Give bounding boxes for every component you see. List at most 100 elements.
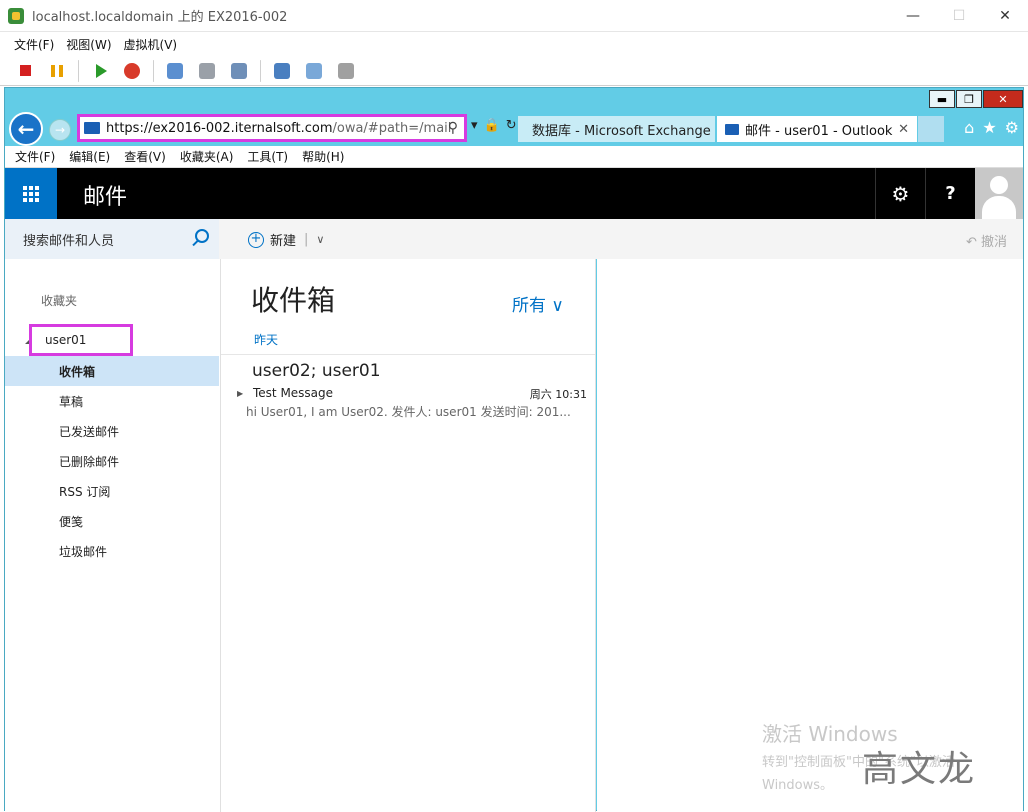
vm-revert-snapshot-button[interactable] xyxy=(194,58,220,84)
owa-header: 邮件 ⚙ ? xyxy=(5,168,1023,219)
folder-pane: 收藏夹 ◢ user01 收件箱 草稿 已发送邮件 已删除邮件 RSS 订阅 便… xyxy=(5,259,221,812)
folder-notes[interactable]: 便笺 xyxy=(5,506,219,536)
vm-power-on-button[interactable] xyxy=(87,58,113,84)
vm-edit-settings-button[interactable] xyxy=(269,58,295,84)
vm-menu-view[interactable]: 视图(W) xyxy=(66,36,111,53)
address-bar-actions: ▾ 🔒 ↻ xyxy=(471,118,517,133)
snapshot-manager-icon xyxy=(231,62,247,79)
tab-outlook-mail[interactable]: 邮件 - user01 - Outlook ✕ xyxy=(717,116,917,142)
search-icon[interactable]: ⚲ xyxy=(448,120,458,136)
pause-icon xyxy=(51,64,63,77)
vm-close-button[interactable]: ✕ xyxy=(982,0,1028,32)
tab-close-icon[interactable]: ✕ xyxy=(898,122,909,137)
revert-snapshot-icon xyxy=(199,62,215,79)
folder-junk[interactable]: 垃圾邮件 xyxy=(5,536,219,566)
tab-label: 邮件 - user01 - Outlook xyxy=(745,123,893,139)
message-subject: Test Message xyxy=(253,386,334,400)
folder-drafts[interactable]: 草稿 xyxy=(5,386,219,416)
vm-window-controls: — ☐ ✕ xyxy=(890,0,1028,32)
favorites-heading[interactable]: 收藏夹 xyxy=(41,292,77,309)
settings-gear-icon[interactable]: ⚙ xyxy=(1005,118,1019,137)
filter-dropdown[interactable]: 所有 ∨ xyxy=(512,291,564,316)
browser-window-controls: ▬ ❐ ✕ xyxy=(928,90,1023,108)
vm-snapshot-button[interactable] xyxy=(162,58,188,84)
tab-label: 数据库 - Microsoft Exchange xyxy=(532,123,711,139)
menu-tools[interactable]: 工具(T) xyxy=(247,148,288,165)
new-dropdown-chevron-icon[interactable]: ∨ xyxy=(316,233,324,246)
vm-menu-file[interactable]: 文件(F) xyxy=(14,36,54,53)
folder-title: 收件箱 xyxy=(251,284,336,317)
arrow-right-icon: → xyxy=(54,123,66,137)
console-icon xyxy=(306,62,322,79)
browser-right-icons: ⌂ ★ ⚙ xyxy=(964,118,1019,137)
app-title: 邮件 xyxy=(83,185,128,210)
vm-snapshot-manager-button[interactable] xyxy=(226,58,252,84)
account-node[interactable]: user01 xyxy=(29,324,133,356)
menu-help[interactable]: 帮助(H) xyxy=(302,148,344,165)
app-launcher-button[interactable] xyxy=(5,168,57,219)
tab-exchange-admin[interactable]: 数据库 - Microsoft Exchange xyxy=(518,116,715,142)
folder-deleted[interactable]: 已删除邮件 xyxy=(5,446,219,476)
avatar[interactable] xyxy=(975,168,1023,219)
undo-button[interactable]: ↶ 撤消 xyxy=(966,231,1007,250)
address-url[interactable]: https://ex2016-002.iternalsoft.com/owa/#… xyxy=(106,121,451,136)
expand-conversation-icon[interactable]: ▶ xyxy=(237,389,243,398)
lock-icon[interactable]: 🔒 xyxy=(484,118,500,133)
browser-close-button[interactable]: ✕ xyxy=(983,90,1023,108)
folder-inbox[interactable]: 收件箱 xyxy=(5,356,219,386)
settings-button[interactable]: ⚙ xyxy=(875,168,925,219)
connect-device-icon xyxy=(338,62,354,79)
mail-favicon-icon xyxy=(84,122,100,134)
edit-settings-icon xyxy=(274,62,290,79)
search-placeholder: 搜索邮件和人员 xyxy=(23,233,115,249)
help-button[interactable]: ? xyxy=(925,168,975,219)
message-list: 收件箱 所有 ∨ 昨天 user02; user01 ▶ Test Messag… xyxy=(221,259,596,812)
toolbar-separator xyxy=(260,59,261,82)
url-scheme: https://ex2016-002. xyxy=(106,120,235,136)
folder-sent[interactable]: 已发送邮件 xyxy=(5,416,219,446)
vm-minimize-button[interactable]: — xyxy=(890,0,936,32)
message-time: 周六 10:31 xyxy=(529,388,587,401)
menu-file[interactable]: 文件(F) xyxy=(15,148,55,165)
list-item[interactable]: user02; user01 ▶ Test Message 周六 10:31 h… xyxy=(221,355,595,425)
address-bar[interactable]: https://ex2016-002.iternalsoft.com/owa/#… xyxy=(77,114,467,142)
url-path: /owa/#path=/mail xyxy=(332,120,452,136)
menu-favorites[interactable]: 收藏夹(A) xyxy=(180,148,234,165)
vm-toolbar xyxy=(0,56,1028,86)
new-message-group: + 新建 | ∨ xyxy=(248,230,324,249)
search-box[interactable]: 搜索邮件和人员 xyxy=(5,219,219,259)
vm-titlebar: localhost.localdomain 上的 EX2016-002 — ☐ … xyxy=(0,0,1028,32)
vm-window-title: localhost.localdomain 上的 EX2016-002 xyxy=(32,10,288,25)
new-divider: | xyxy=(304,232,309,247)
forward-button[interactable]: → xyxy=(49,119,71,141)
filter-label: 所有 xyxy=(512,296,546,316)
snapshot-icon xyxy=(167,62,183,79)
vm-connect-device-button[interactable] xyxy=(333,58,359,84)
toolbar-separator xyxy=(153,59,154,82)
dropdown-icon[interactable]: ▾ xyxy=(471,118,478,133)
browser-minimize-button[interactable]: ▬ xyxy=(929,90,955,108)
command-bar: 搜索邮件和人员 + 新建 | ∨ ↶ 撤消 xyxy=(5,219,1023,259)
vm-maximize-button[interactable]: ☐ xyxy=(936,0,982,32)
menu-view[interactable]: 查看(V) xyxy=(124,148,166,165)
vm-power-off-button[interactable] xyxy=(12,58,38,84)
vm-reset-button[interactable] xyxy=(119,58,145,84)
vm-console-button[interactable] xyxy=(301,58,327,84)
vm-suspend-button[interactable] xyxy=(44,58,70,84)
back-button[interactable]: ← xyxy=(9,112,43,146)
author-watermark: 高文龙 xyxy=(862,749,977,790)
menu-edit[interactable]: 编辑(E) xyxy=(69,148,110,165)
new-tab-button[interactable] xyxy=(918,116,944,142)
reset-icon xyxy=(124,62,140,79)
browser-restore-button[interactable]: ❐ xyxy=(956,90,982,108)
new-message-button[interactable]: 新建 xyxy=(270,230,296,249)
refresh-icon[interactable]: ↻ xyxy=(506,118,517,133)
message-sender: user02; user01 xyxy=(252,361,381,381)
favorites-star-icon[interactable]: ★ xyxy=(982,118,996,137)
vm-menu-vm[interactable]: 虚拟机(V) xyxy=(124,36,178,53)
folder-rss[interactable]: RSS 订阅 xyxy=(5,476,219,506)
message-preview: hi User01, I am User02. 发件人: user01 发送时间… xyxy=(246,405,571,419)
search-icon[interactable] xyxy=(195,229,209,243)
group-header: 昨天 xyxy=(254,333,279,347)
home-icon[interactable]: ⌂ xyxy=(964,118,974,137)
